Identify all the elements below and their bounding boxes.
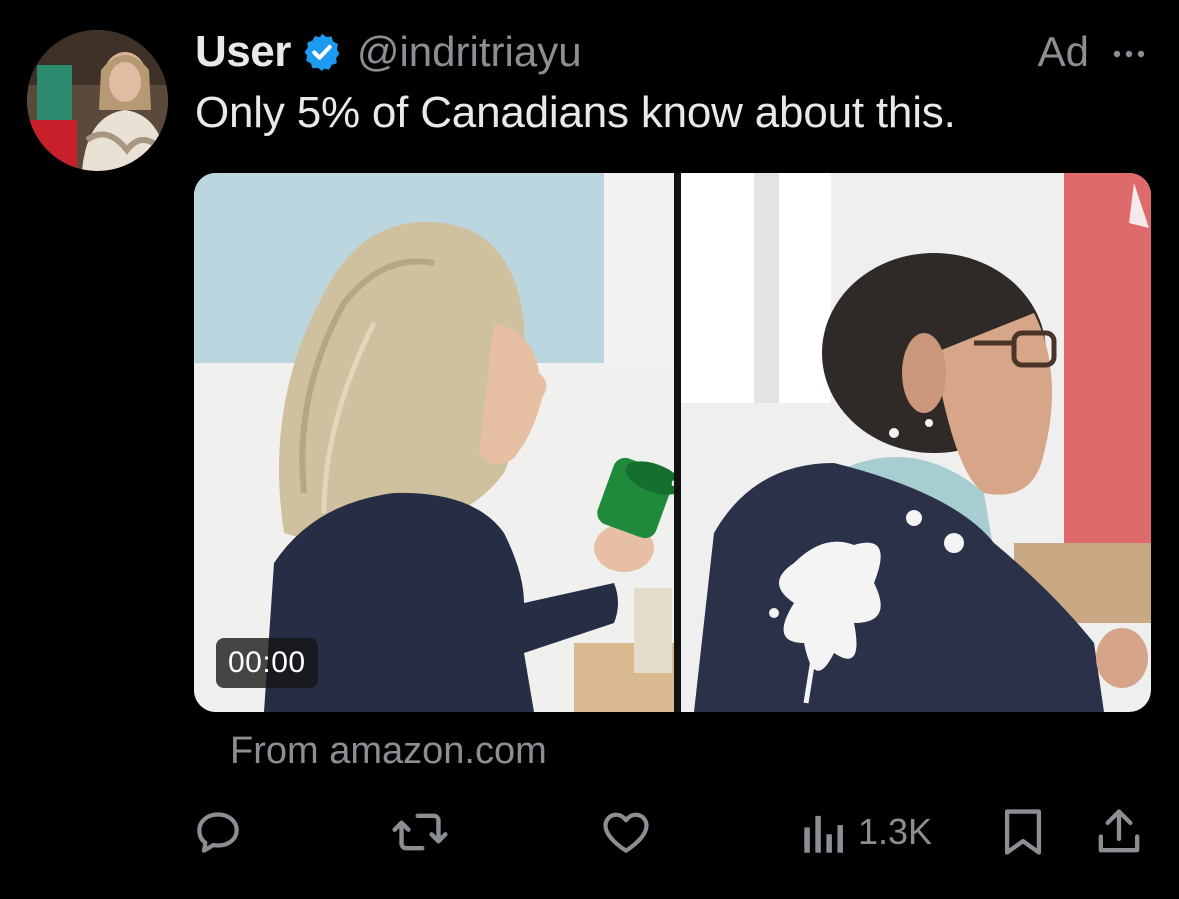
reply-icon — [190, 804, 246, 860]
post-header: User @indritriayu Ad — [195, 22, 1149, 82]
more-dots-icon[interactable] — [1109, 32, 1149, 72]
heart-icon — [598, 804, 654, 860]
display-name[interactable]: User — [195, 27, 291, 77]
ad-label: Ad — [1037, 28, 1089, 75]
views-chart-icon — [802, 804, 848, 860]
bookmark-button[interactable] — [998, 800, 1048, 864]
post-text: Only 5% of Canadians know about this. — [195, 88, 956, 137]
sponsored-post[interactable]: User @indritriayu Ad Only 5% of Canadian… — [0, 0, 1179, 899]
video-media[interactable]: 00:00 — [194, 173, 1151, 712]
source-link[interactable]: From amazon.com — [230, 730, 547, 773]
share-icon — [1094, 804, 1144, 860]
avatar[interactable] — [27, 30, 168, 171]
share-button[interactable] — [1094, 800, 1144, 864]
repost-button[interactable] — [390, 800, 450, 864]
reply-button[interactable] — [190, 800, 246, 864]
video-timer: 00:00 — [216, 638, 318, 688]
action-bar: 1.3K — [190, 800, 1150, 864]
video-thumbnail — [194, 173, 1151, 712]
handle[interactable]: @indritriayu — [357, 28, 582, 76]
bookmark-icon — [998, 804, 1048, 860]
verified-badge-icon — [301, 31, 343, 73]
views-count: 1.3K — [858, 811, 933, 852]
repost-icon — [390, 804, 450, 860]
like-button[interactable] — [598, 800, 654, 864]
views-button[interactable]: 1.3K — [802, 800, 932, 864]
